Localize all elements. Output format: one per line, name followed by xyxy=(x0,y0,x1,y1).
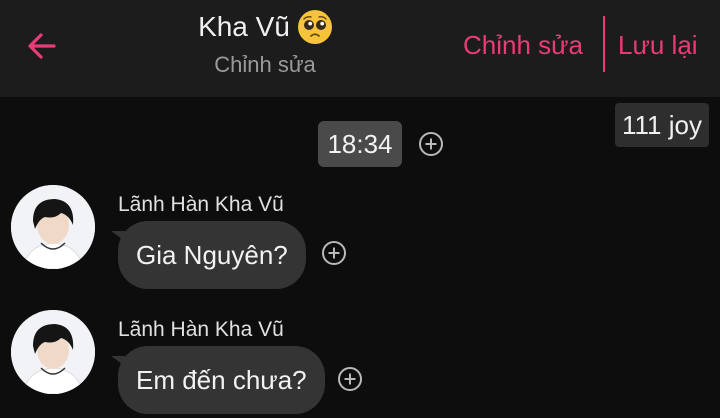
message-bubble[interactable]: Em đến chưa? xyxy=(111,346,325,414)
arrow-left-icon xyxy=(28,33,56,59)
message-text: Em đến chưa? xyxy=(136,365,307,395)
add-circle-icon[interactable] xyxy=(418,131,444,157)
top-bar: Kha Vũ Chỉnh sửa Chỉnh sửa Lưu lại xyxy=(0,0,720,97)
avatar[interactable] xyxy=(11,310,95,394)
edit-button[interactable]: Chỉnh sửa xyxy=(463,30,583,61)
chat-title-block: Kha Vũ Chỉnh sửa xyxy=(150,10,380,78)
chat-title: Kha Vũ xyxy=(198,11,290,42)
sender-name: Lãnh Hàn Kha Vũ xyxy=(118,193,284,216)
time-badge[interactable]: 18:34 xyxy=(318,121,402,167)
avatar-image xyxy=(11,310,95,394)
message-bubble[interactable]: Gia Nguyên? xyxy=(111,221,306,289)
header-divider xyxy=(603,16,605,72)
add-circle-icon[interactable] xyxy=(337,366,363,392)
save-button[interactable]: Lưu lại xyxy=(618,30,698,61)
pleading-face-emoji-icon xyxy=(297,10,332,44)
chat-subtitle: Chỉnh sửa xyxy=(214,52,316,77)
sender-name: Lãnh Hàn Kha Vũ xyxy=(118,318,284,341)
back-button[interactable] xyxy=(22,26,62,66)
avatar[interactable] xyxy=(11,185,95,269)
add-circle-icon[interactable] xyxy=(321,240,347,266)
message-text: Gia Nguyên? xyxy=(136,240,288,270)
avatar-image xyxy=(11,185,95,269)
own-name-tag: 111 joy xyxy=(615,103,709,147)
